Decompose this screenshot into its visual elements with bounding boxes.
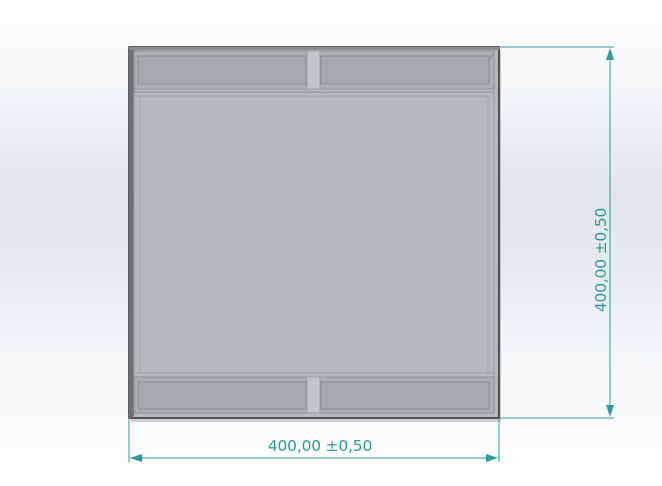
vertical-dimension-text[interactable]: 400,00 ±0,50 — [592, 208, 610, 312]
top-channel — [133, 50, 495, 97]
part-top-edge — [129, 47, 499, 50]
center-face — [140, 97, 488, 373]
bottom-divider-rib — [306, 376, 321, 414]
arrow-right-icon — [486, 454, 498, 462]
arrow-down-icon — [606, 405, 614, 417]
vertical-dimension[interactable]: 400,00 ±0,50 — [499, 46, 614, 419]
horizontal-dimension[interactable]: 400,00 ±0,50 — [128, 418, 500, 462]
arrow-left-icon — [130, 454, 142, 462]
arrow-up-icon — [606, 48, 614, 60]
square-part[interactable] — [128, 46, 501, 422]
model-viewport[interactable]: 400,00 ±0,50 400,00 ±0,50 — [0, 0, 662, 486]
drawing-canvas: 400,00 ±0,50 400,00 ±0,50 — [128, 46, 614, 462]
bottom-channel — [133, 372, 495, 414]
top-divider-rib — [306, 50, 321, 90]
horizontal-dimension-text[interactable]: 400,00 ±0,50 — [268, 437, 372, 455]
part-left-edge — [129, 47, 134, 418]
